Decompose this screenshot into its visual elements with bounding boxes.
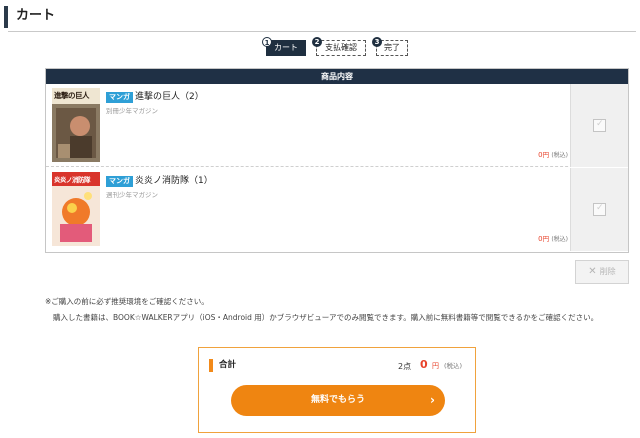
step-number: 3	[372, 37, 382, 47]
checkout-steps: 1 カート 2 支払確認 3 完了	[0, 37, 640, 60]
publisher-label: 別冊少年マガジン	[106, 107, 158, 115]
get-free-button[interactable]: 無料でもらう ›	[231, 385, 445, 416]
summary-accent-bar	[209, 359, 213, 372]
item-count: 2点	[398, 362, 412, 371]
step-complete: 3 完了	[372, 37, 408, 56]
total-currency: 円	[432, 362, 439, 370]
step-label: 支払確認	[325, 43, 357, 52]
select-column: ✓	[570, 168, 628, 251]
book-title-link[interactable]: 進撃の巨人（2）	[135, 90, 204, 104]
summary-label: 合計	[219, 360, 237, 370]
total-tax-note: (税込)	[444, 362, 463, 370]
header-divider	[8, 31, 636, 32]
category-badge: マンガ	[106, 92, 133, 103]
book-cover-image[interactable]: 炎炎ノ消防隊	[52, 172, 100, 246]
book-title-link[interactable]: 炎炎ノ消防隊（1）	[135, 174, 213, 188]
total-amount: 0	[420, 358, 428, 371]
select-column: ✓	[570, 84, 628, 167]
cart-table-header: 商品内容	[46, 69, 628, 84]
item-price: 0円 (税込)	[538, 235, 568, 243]
category-badge: マンガ	[106, 176, 133, 187]
purchase-notice: ※ご購入の前に必ず推奨環境をご確認ください。 購入した書籍は、BOOK☆WALK…	[45, 296, 635, 323]
delete-label: 削除	[599, 267, 616, 276]
step-payment-confirm: 2 支払確認	[312, 37, 366, 56]
order-summary: 合計 2点 0 円 (税込) 無料でもらう ›	[198, 347, 476, 433]
cta-label: 無料でもらう	[310, 395, 365, 405]
step-cart: 1 カート	[262, 37, 306, 56]
check-icon: ✓	[596, 203, 604, 213]
header-accent-bar	[4, 6, 8, 28]
step-number: 2	[312, 37, 322, 47]
notice-environment: ※ご購入の前に必ず推奨環境をご確認ください。	[45, 297, 209, 306]
delete-button[interactable]: ✕ 削除	[575, 260, 629, 284]
item-price: 0円 (税込)	[538, 151, 568, 159]
publisher-label: 週刊少年マガジン	[106, 191, 158, 199]
book-cover-text: 炎炎ノ消防隊	[54, 176, 91, 184]
chevron-right-icon: ›	[430, 393, 435, 407]
page-header: カート	[0, 0, 640, 32]
book-cover-text: 進撃の巨人	[54, 91, 90, 100]
check-icon: ✓	[596, 119, 604, 129]
book-cover-image[interactable]: 進撃の巨人	[52, 88, 100, 162]
step-number: 1	[262, 37, 272, 47]
cart-item: 進撃の巨人 マンガ 進撃の巨人（2） 別冊少年マガジン 0円 (税込) ✓	[46, 84, 628, 167]
item-select-checkbox[interactable]: ✓	[593, 203, 606, 216]
step-label: カート	[274, 43, 298, 52]
item-select-checkbox[interactable]: ✓	[593, 119, 606, 132]
page-title: カート	[16, 8, 56, 23]
step-label: 完了	[384, 43, 400, 52]
cart-table: 商品内容 進撃の巨人 マンガ 進撃の巨人（2） 別冊少年マガジン 0円 (税込)…	[45, 68, 629, 253]
cart-item: 炎炎ノ消防隊 マンガ 炎炎ノ消防隊（1） 週刊少年マガジン 0円 (税込) ✓	[46, 168, 628, 251]
close-icon: ✕	[588, 266, 597, 277]
notice-viewing: 購入した書籍は、BOOK☆WALKERアプリ（iOS・Android 用）かブラ…	[53, 313, 599, 322]
